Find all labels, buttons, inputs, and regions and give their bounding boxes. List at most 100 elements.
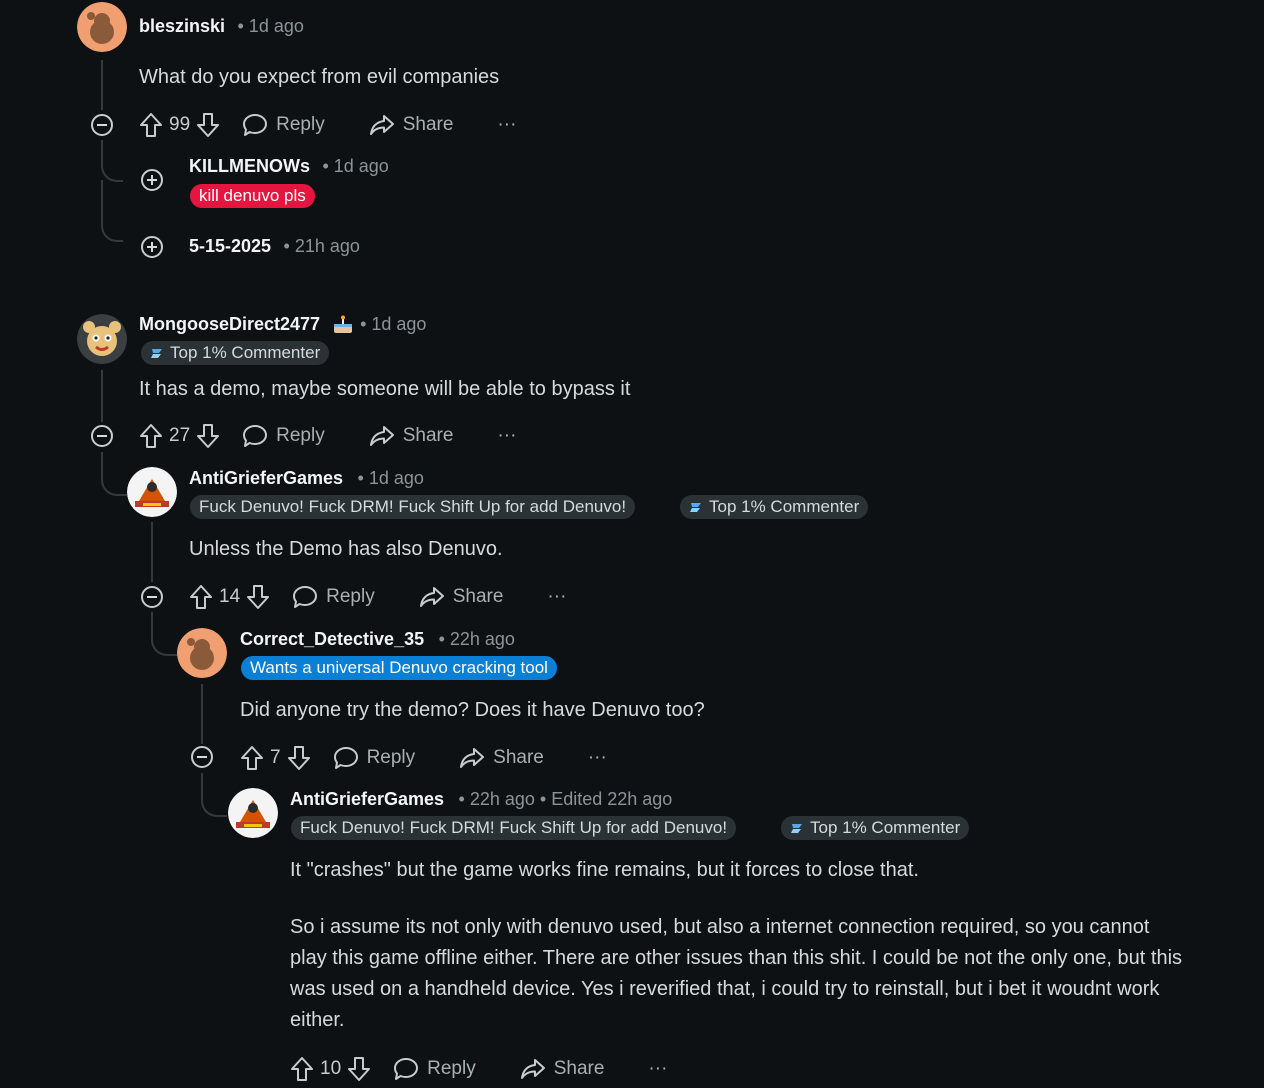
- avatar[interactable]: [228, 788, 278, 838]
- top-commenter-badge: Top 1% Commenter: [141, 341, 330, 365]
- downvote-button[interactable]: [246, 584, 270, 610]
- more-icon: ···: [587, 747, 607, 768]
- upvote-button[interactable]: [240, 745, 264, 771]
- username[interactable]: AntiGrieferGames: [189, 468, 343, 488]
- upvote-button[interactable]: [139, 112, 163, 138]
- share-icon: [369, 426, 394, 446]
- share-label: Share: [402, 425, 454, 446]
- reply-button[interactable]: Reply: [333, 746, 415, 770]
- collapse-button[interactable]: [91, 425, 113, 447]
- upvote-icon: [140, 113, 162, 137]
- share-label: Share: [493, 747, 544, 768]
- collapse-button[interactable]: [191, 746, 213, 768]
- upvote-icon: [140, 424, 162, 448]
- avatar[interactable]: [77, 2, 127, 52]
- share-button[interactable]: Share: [459, 746, 544, 770]
- more-options-button[interactable]: ···: [497, 425, 516, 447]
- upvote-icon: [190, 585, 212, 609]
- user-flair: Fuck Denuvo! Fuck DRM! Fuck Shift Up for…: [190, 495, 636, 519]
- comment-actions: 10 Reply Share ···: [290, 1053, 667, 1085]
- more-options-button[interactable]: ···: [588, 747, 607, 769]
- timestamp: • 1d ago: [322, 156, 389, 176]
- username[interactable]: Correct_Detective_35: [240, 629, 424, 649]
- comment-actions: 14 Reply Share ···: [189, 581, 566, 613]
- upvote-button[interactable]: [290, 1056, 314, 1082]
- badge-label: Top 1% Commenter: [810, 818, 961, 837]
- top-commenter-icon: [791, 824, 802, 833]
- thread-line: [101, 370, 103, 422]
- more-icon: ···: [547, 586, 567, 607]
- more-options-button[interactable]: ···: [497, 114, 516, 136]
- thread-line: [101, 60, 103, 110]
- reply-label: Reply: [427, 1058, 476, 1079]
- timestamp: • 1d ago: [360, 314, 427, 334]
- share-label: Share: [402, 114, 454, 135]
- avatar[interactable]: [77, 314, 127, 364]
- downvote-button[interactable]: [287, 745, 311, 771]
- reply-label: Reply: [276, 114, 325, 135]
- downvote-icon: [287, 746, 310, 770]
- reply-button[interactable]: Reply: [292, 585, 375, 609]
- thread-line: [151, 612, 177, 656]
- badge-label: Top 1% Commenter: [170, 343, 321, 362]
- downvote-icon: [197, 113, 220, 137]
- username[interactable]: AntiGrieferGames: [290, 789, 444, 809]
- downvote-button[interactable]: [196, 423, 220, 449]
- collapse-button[interactable]: [91, 114, 113, 136]
- user-flair: Wants a universal Denuvo cracking tool: [241, 656, 557, 680]
- chat-bubble-icon: [333, 747, 358, 769]
- user-flair: Fuck Denuvo! Fuck DRM! Fuck Shift Up for…: [291, 816, 737, 840]
- expand-button[interactable]: [141, 236, 163, 258]
- reply-button[interactable]: Reply: [393, 1057, 476, 1081]
- top-commenter-badge: Top 1% Commenter: [680, 495, 869, 519]
- thread-line: [101, 180, 123, 242]
- avatar[interactable]: [177, 628, 227, 678]
- comment-header: Correct_Detective_35 • 22h ago: [240, 629, 515, 650]
- more-icon: ···: [648, 1058, 668, 1079]
- comment-header: 5-15-2025 • 21h ago: [189, 236, 360, 257]
- share-button[interactable]: Share: [369, 113, 454, 137]
- minus-icon: [97, 435, 107, 437]
- vote-count: 7: [270, 747, 281, 768]
- chat-bubble-icon: [394, 1058, 419, 1080]
- downvote-button[interactable]: [347, 1056, 371, 1082]
- share-icon: [460, 748, 485, 768]
- thread-line: [201, 773, 227, 817]
- plus-icon: [147, 175, 157, 185]
- comment-header: MongooseDirect2477 • 1d ago: [139, 314, 426, 335]
- upvote-button[interactable]: [189, 584, 213, 610]
- username[interactable]: bleszinski: [139, 16, 225, 36]
- thread-line: [151, 522, 153, 582]
- reply-label: Reply: [276, 425, 325, 446]
- downvote-button[interactable]: [196, 112, 220, 138]
- minus-icon: [97, 124, 107, 126]
- upvote-button[interactable]: [139, 423, 163, 449]
- avatar[interactable]: [127, 467, 177, 517]
- share-button[interactable]: Share: [369, 424, 454, 448]
- username[interactable]: MongooseDirect2477: [139, 314, 320, 335]
- timestamp: • 21h ago: [283, 236, 360, 256]
- vote-count: 14: [219, 586, 241, 607]
- expand-button[interactable]: [141, 169, 163, 191]
- collapse-button[interactable]: [141, 586, 163, 608]
- reply-label: Reply: [326, 586, 375, 607]
- vote-count: 99: [169, 114, 191, 135]
- vote-count: 27: [169, 425, 191, 446]
- more-options-button[interactable]: ···: [648, 1058, 667, 1080]
- username[interactable]: 5-15-2025: [189, 236, 271, 256]
- share-icon: [369, 115, 394, 135]
- share-button[interactable]: Share: [520, 1057, 604, 1081]
- more-options-button[interactable]: ···: [547, 586, 566, 608]
- timestamp: • 22h ago: [438, 629, 515, 649]
- comment-actions: 27 Reply Share ···: [139, 420, 516, 452]
- timestamp: • 1d ago: [357, 468, 424, 488]
- user-flair: kill denuvo pls: [190, 184, 315, 208]
- comment-actions: 99 Reply Share ···: [139, 109, 516, 141]
- username[interactable]: KILLMENOWs: [189, 156, 310, 176]
- reply-button[interactable]: Reply: [242, 424, 325, 448]
- share-button[interactable]: Share: [419, 585, 503, 609]
- reply-button[interactable]: Reply: [242, 113, 325, 137]
- plus-icon: [147, 242, 157, 252]
- comment-body: Unless the Demo has also Denuvo.: [189, 538, 503, 560]
- thread-line: [101, 140, 123, 182]
